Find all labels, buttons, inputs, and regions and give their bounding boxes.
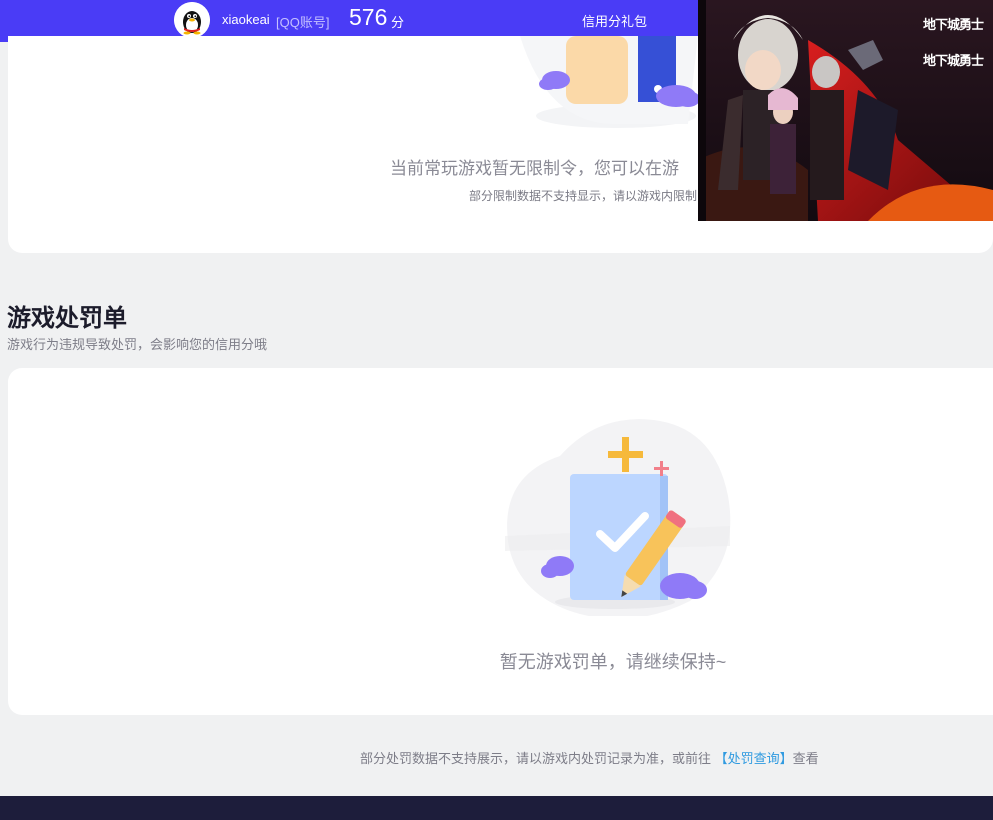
restriction-note: 部分限制数据不支持显示，请以游戏内限制: [469, 189, 698, 203]
credit-gift-link[interactable]: 信用分礼包: [582, 11, 647, 30]
footnote-text-after: 查看: [792, 751, 819, 766]
penalty-section-subtitle: 游戏行为违规导致处罚，会影响您的信用分哦: [7, 337, 268, 352]
restriction-illustration: [520, 36, 700, 128]
footnote-text: 部分处罚数据不支持展示，请以游戏内处罚记录为准，或前往: [360, 751, 715, 766]
restriction-message: 当前常玩游戏暂无限制令，您可以在游: [390, 159, 679, 178]
qq-penguin-icon: [174, 2, 210, 38]
username: xiaokeai: [222, 12, 270, 27]
penalty-card: 暂无游戏罚单，请继续保持~: [8, 368, 993, 715]
credit-score-unit: 分: [391, 15, 405, 30]
penalty-section-title: 游戏处罚单: [7, 305, 127, 332]
page-footer: [0, 796, 993, 820]
credit-score: 576: [349, 4, 388, 30]
game-logo-2: 地下城勇士: [922, 54, 984, 69]
game-logo-1: 地下城勇士: [922, 18, 984, 33]
penalty-footnote: 部分处罚数据不支持展示，请以游戏内处罚记录为准，或前往 【处罚查询】查看: [360, 748, 819, 767]
empty-penalty-message: 暂无游戏罚单，请继续保持~: [499, 652, 727, 672]
game-artwork-image: [698, 0, 993, 221]
game-promo-banner[interactable]: 地下城勇士 地下城勇士: [698, 0, 993, 221]
empty-penalty-illustration: [505, 419, 731, 616]
avatar[interactable]: [174, 2, 210, 38]
account-type-label: [QQ账号]: [276, 15, 330, 30]
penalty-query-link[interactable]: 【处罚查询】: [715, 751, 793, 766]
